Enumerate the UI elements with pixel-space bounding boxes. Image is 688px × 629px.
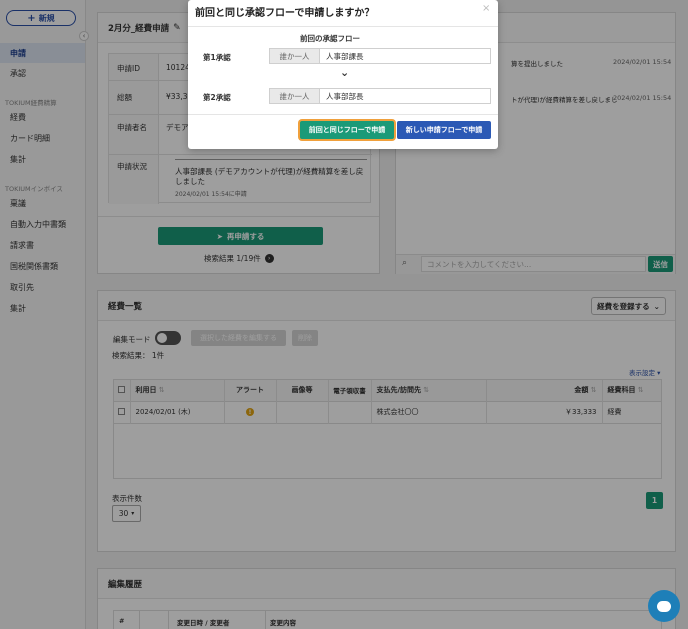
modal-title: 前回と同じ承認フローで申請しますか？ (195, 8, 375, 19)
approver-value: 人事部部長 (326, 91, 364, 101)
approval-step-1-field: 誰か一人 人事部課長 (269, 48, 491, 64)
approval-type: 誰か一人 (270, 89, 320, 103)
approval-step-2-field: 誰か一人 人事部部長 (269, 88, 491, 104)
close-icon[interactable]: × (482, 3, 490, 14)
approval-type: 誰か一人 (270, 49, 320, 63)
chat-bubble-icon (657, 600, 671, 612)
modal-subtitle: 前回の承認フロー (300, 34, 360, 43)
step-label: 第2承認 (203, 93, 231, 102)
same-flow-submit-button[interactable]: 前回と同じフローで申請 (300, 121, 394, 139)
chat-launcher-button[interactable] (648, 590, 680, 622)
approver-value: 人事部課長 (326, 51, 364, 61)
step-label: 第1承認 (203, 53, 231, 62)
chevron-down-icon: ⌄ (340, 66, 350, 79)
new-flow-submit-button[interactable]: 新しい申請フローで申請 (397, 121, 491, 139)
confirm-flow-modal: 前回と同じ承認フローで申請しますか？ × 前回の承認フロー 第1承認 誰か一人 … (188, 0, 498, 149)
